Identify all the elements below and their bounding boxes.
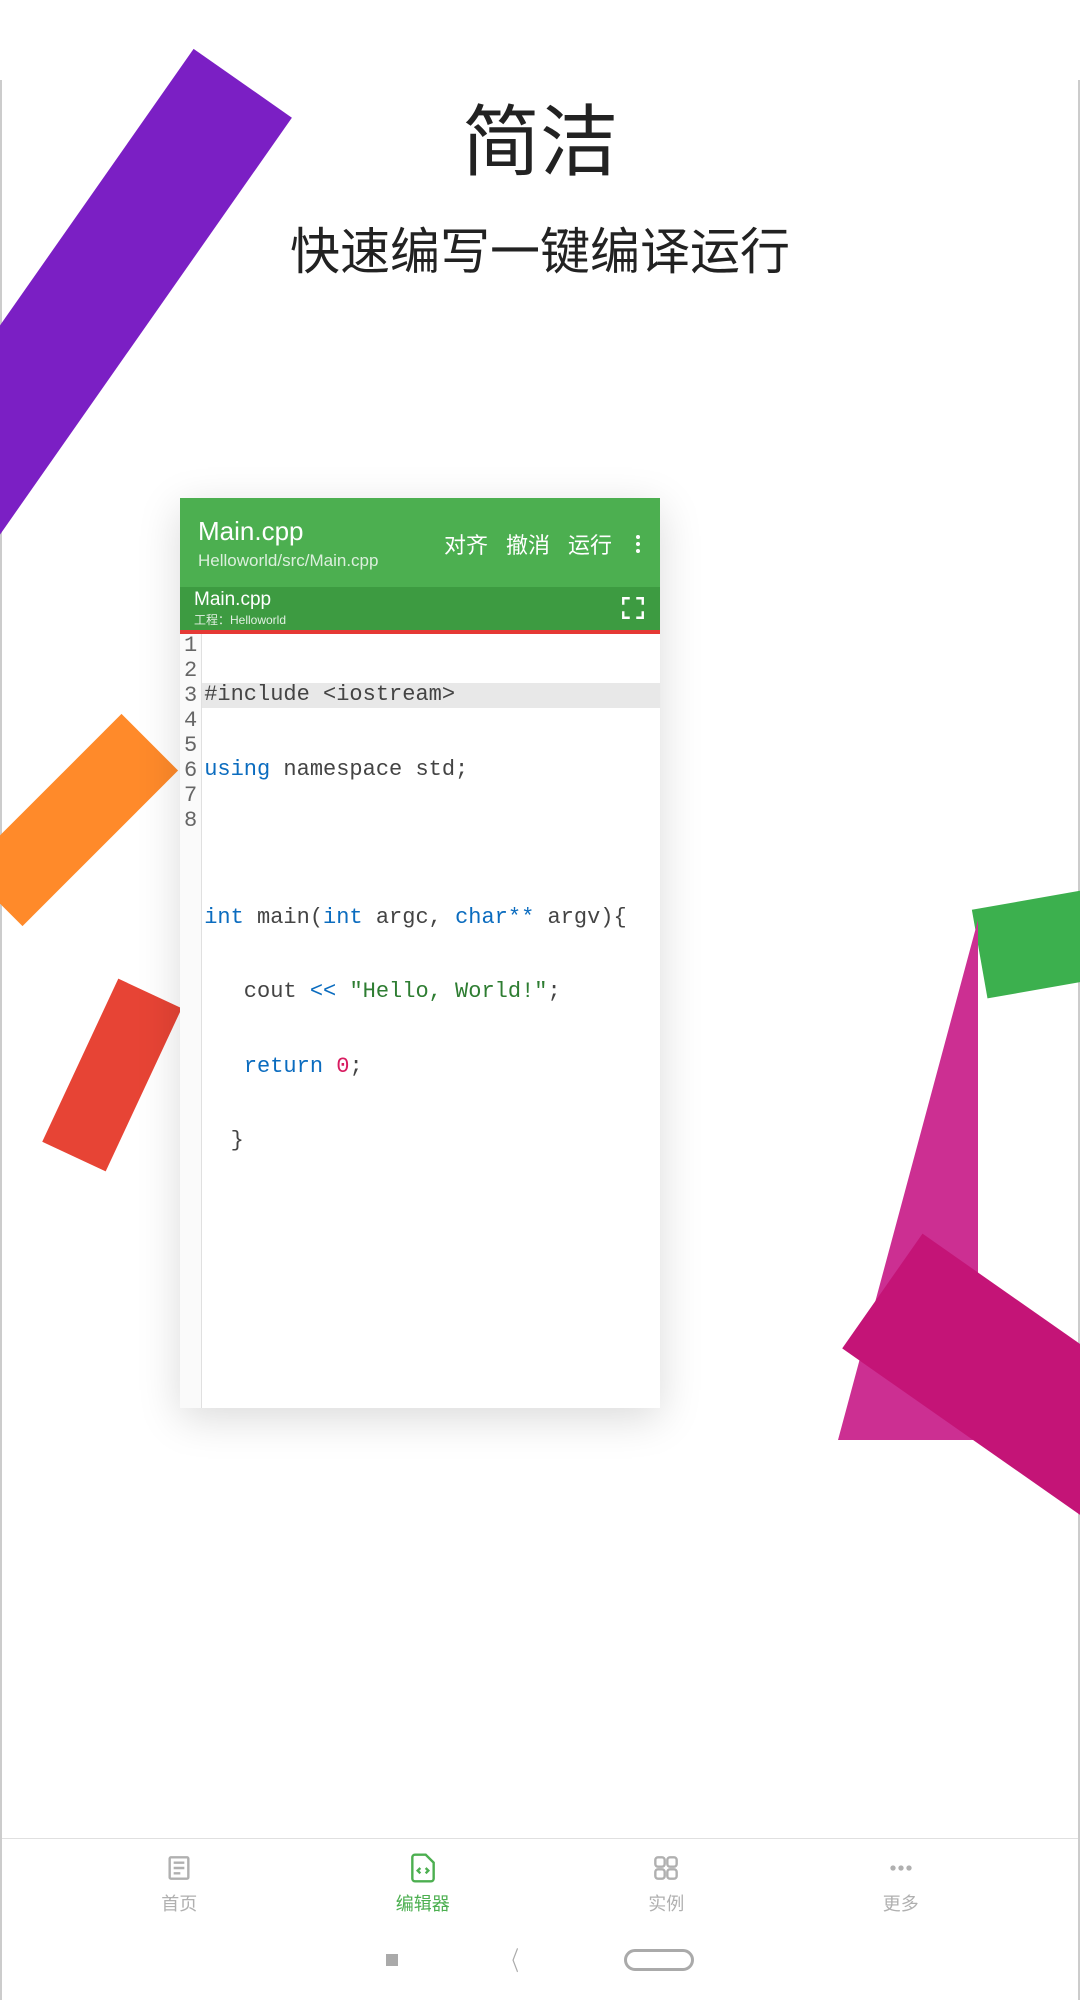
- home-icon: [163, 1852, 195, 1884]
- more-menu-button[interactable]: [634, 529, 642, 559]
- project-label: 工程：Helloworld: [194, 611, 286, 628]
- nav-back-icon[interactable]: 〈: [503, 1941, 519, 1978]
- more-icon: [885, 1852, 917, 1884]
- expand-icon[interactable]: [620, 589, 646, 628]
- undo-button[interactable]: 撤消: [506, 528, 550, 560]
- code-pane[interactable]: 1 2 3 4 5 6 7 8 #include <iostream> usin…: [180, 634, 660, 1408]
- code-body[interactable]: #include <iostream> using namespace std;…: [202, 634, 660, 1408]
- tab-examples[interactable]: 实例: [648, 1852, 684, 1916]
- editor-topbar: Main.cpp Helloworld/src/Main.cpp 对齐 撤消 运…: [180, 498, 660, 587]
- editor-filename: Main.cpp: [198, 516, 378, 547]
- tab-examples-label: 实例: [648, 1890, 684, 1916]
- bg-green-stripe: [972, 872, 1080, 999]
- bottom-tabbar: 首页 编辑器 实例 更多: [2, 1838, 1078, 1928]
- headline-main: 简洁: [2, 80, 1078, 192]
- tab-more[interactable]: 更多: [883, 1852, 919, 1916]
- code-icon: [407, 1852, 439, 1884]
- editor-subbar: Main.cpp 工程：Helloworld: [180, 587, 660, 630]
- tab-more-label: 更多: [883, 1890, 919, 1916]
- bg-orange-stripe: [0, 714, 178, 926]
- grid-icon: [650, 1852, 682, 1884]
- nav-home-icon[interactable]: [624, 1949, 694, 1971]
- line-gutter: 1 2 3 4 5 6 7 8: [180, 634, 202, 1408]
- tab-filename[interactable]: Main.cpp: [194, 589, 286, 611]
- bg-red-stripe: [42, 979, 182, 1172]
- tab-home-label: 首页: [161, 1890, 197, 1916]
- editor-card: Main.cpp Helloworld/src/Main.cpp 对齐 撤消 运…: [180, 498, 660, 1408]
- nav-recent-icon[interactable]: [386, 1954, 398, 1966]
- tab-home[interactable]: 首页: [161, 1852, 197, 1916]
- system-nav-bar: 〈: [2, 1941, 1078, 1978]
- editor-path: Helloworld/src/Main.cpp: [198, 551, 378, 571]
- headline-sub: 快速编写一键编译运行: [2, 212, 1078, 284]
- tab-editor-label: 编辑器: [396, 1890, 450, 1916]
- run-button[interactable]: 运行: [568, 528, 612, 560]
- align-button[interactable]: 对齐: [444, 528, 488, 560]
- tab-editor[interactable]: 编辑器: [396, 1852, 450, 1916]
